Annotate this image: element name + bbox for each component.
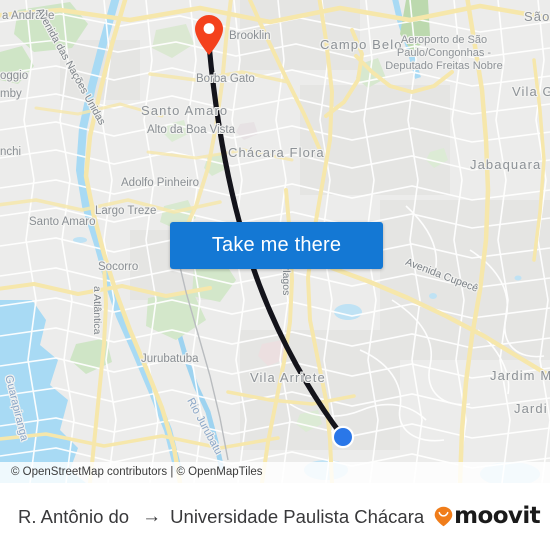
map-attribution: © OpenStreetMap contributors | © OpenMap…	[0, 462, 550, 483]
moovit-wordmark: moovit	[454, 503, 540, 529]
route-footer: R. Antônio do ... → Universidade Paulist…	[0, 483, 550, 550]
arrow-right-icon: →	[142, 506, 162, 527]
take-me-there-button[interactable]: Take me there	[170, 222, 383, 269]
destination-dot-icon	[331, 425, 355, 449]
moovit-logo[interactable]: moovit	[434, 503, 541, 529]
route-summary[interactable]: R. Antônio do ... → Universidade Paulist…	[18, 506, 430, 528]
map-canvas[interactable]: a Andrade Avenida das Nações Unidas Broo…	[0, 0, 550, 483]
moovit-map-screen: a Andrade Avenida das Nações Unidas Broo…	[0, 0, 550, 550]
route-destination-label: Universidade Paulista Chácara Sa...	[170, 505, 430, 527]
moovit-pin-icon	[434, 506, 453, 527]
route-origin-label: R. Antônio do ...	[18, 505, 133, 527]
